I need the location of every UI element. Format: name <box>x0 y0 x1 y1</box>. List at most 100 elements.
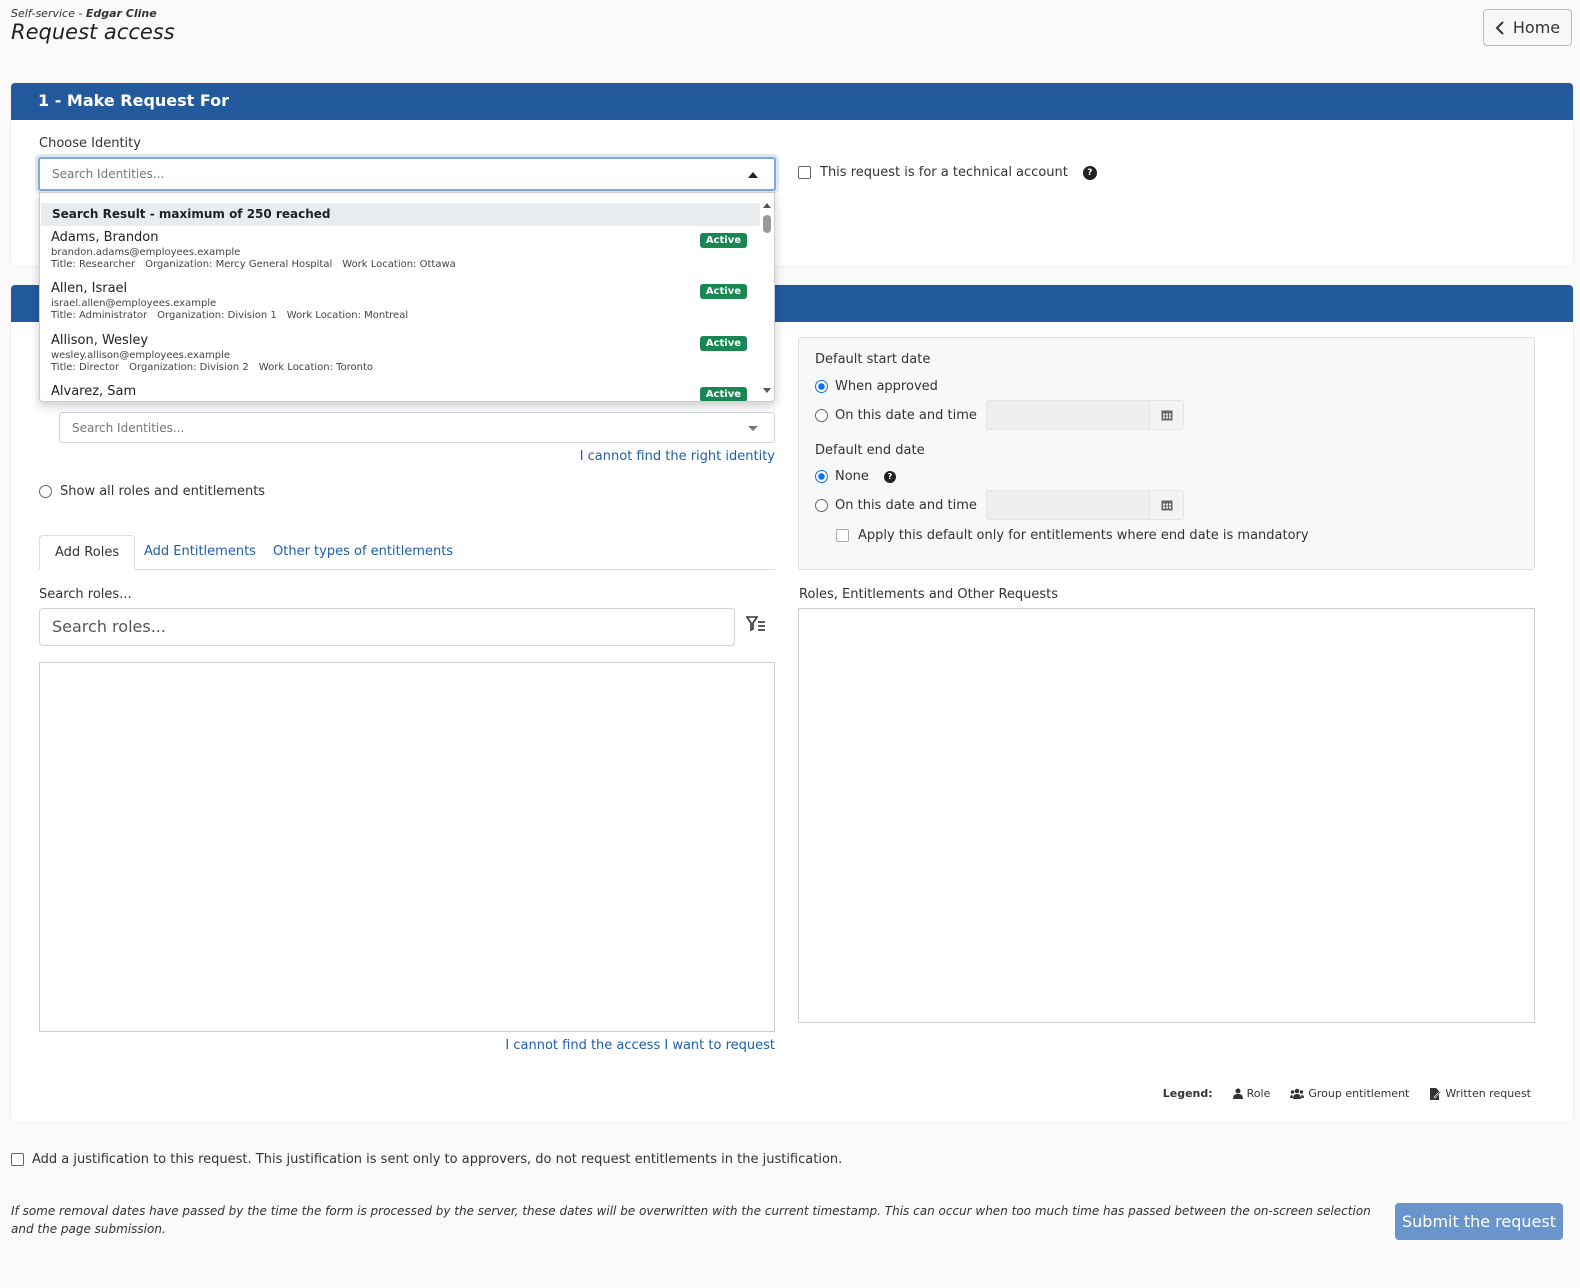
default-dates-panel: Default start date When approved On this… <box>798 337 1535 570</box>
submit-request-button[interactable]: Submit the request <box>1395 1203 1563 1240</box>
home-button-label: Home <box>1512 18 1561 37</box>
identity-email: brandon.adams@employees.example <box>51 247 241 258</box>
legend-group-label: Group entitlement <box>1308 1087 1410 1100</box>
legend-written-label: Written request <box>1445 1087 1531 1100</box>
chevron-left-icon <box>1495 20 1504 35</box>
identity-name: Allen, Israel <box>51 281 128 296</box>
section-1-title: 1 - Make Request For <box>11 83 1573 120</box>
identity-option[interactable]: Alvarez, Sam Active <box>51 384 747 401</box>
show-all-radio[interactable] <box>39 485 52 498</box>
identity-select-secondary[interactable]: Search Identities... <box>59 412 775 443</box>
status-badge: Active <box>699 387 747 401</box>
legend-group: Group entitlement <box>1290 1087 1409 1100</box>
requests-list <box>798 608 1535 1023</box>
end-none-label: None <box>835 469 869 484</box>
identity-name: Adams, Brandon <box>51 230 159 245</box>
filter-icon[interactable] <box>745 616 766 636</box>
user-icon <box>1232 1088 1243 1099</box>
dropdown-header: Search Result - maximum of 250 reached <box>41 203 760 226</box>
scroll-down-icon[interactable] <box>763 388 771 393</box>
identity-location: Work Location: Toronto <box>258 362 374 373</box>
show-all-label: Show all roles and entitlements <box>60 484 266 499</box>
help-icon[interactable]: ? <box>883 470 896 483</box>
justification-option: Add a justification to this request. Thi… <box>11 1152 842 1167</box>
legend: Legend: Role Group entitlement Written r… <box>1163 1087 1531 1100</box>
start-when-approved-option: When approved <box>815 379 938 394</box>
identity-title: Title: Director <box>51 362 120 373</box>
legend-role: Role <box>1232 1087 1271 1100</box>
scroll-up-icon[interactable] <box>763 203 771 208</box>
end-on-date-label: On this date and time <box>835 498 977 513</box>
legend-written: Written request <box>1429 1087 1531 1100</box>
home-button[interactable]: Home <box>1483 9 1572 46</box>
start-when-approved-radio[interactable] <box>815 380 828 393</box>
dropdown-scrollbar[interactable] <box>760 203 774 393</box>
tab-other-entitlements[interactable]: Other types of entitlements <box>258 535 468 570</box>
page-title: Request access <box>11 20 175 44</box>
apply-default-checkbox[interactable] <box>836 529 849 542</box>
file-signature-icon <box>1430 1087 1442 1100</box>
identity-location: Work Location: Montreal <box>286 310 409 321</box>
breadcrumb-user: Edgar Cline <box>85 7 157 20</box>
status-badge: Active <box>699 284 747 299</box>
tab-add-roles[interactable]: Add Roles <box>39 535 136 570</box>
identity-meta: Title: Director Organization: Division 2 W… <box>51 362 747 373</box>
requests-label: Roles, Entitlements and Other Requests <box>799 587 1059 602</box>
breadcrumb: Self-service - Edgar Cline <box>11 7 157 20</box>
calendar-icon[interactable] <box>1149 491 1183 519</box>
default-end-label: Default end date <box>815 443 925 458</box>
identity-email: israel.allen@employees.example <box>51 298 217 309</box>
identity-select[interactable]: Search Identities... <box>38 157 776 191</box>
apply-default-label: Apply this default only for entitlements… <box>858 528 1309 543</box>
end-none-option: None ? <box>815 469 896 484</box>
end-date-input[interactable] <box>986 490 1184 520</box>
cannot-find-identity-link[interactable]: I cannot find the right identity <box>580 449 775 464</box>
calendar-icon[interactable] <box>1149 401 1183 429</box>
start-on-date-radio[interactable] <box>815 409 828 422</box>
caret-up-icon <box>748 172 758 178</box>
identity-dropdown-list: Search Result - maximum of 250 reached A… <box>39 192 775 402</box>
identity-select-secondary-placeholder: Search Identities... <box>72 420 185 435</box>
identity-org: Organization: Mercy General Hospital <box>145 259 333 270</box>
search-roles-input[interactable]: Search roles... <box>39 608 735 646</box>
roles-tabs: Add Roles Add Entitlements Other types o… <box>39 535 775 570</box>
identity-select-placeholder: Search Identities... <box>52 167 165 181</box>
identity-option[interactable]: Adams, Brandon brandon.adams@employees.e… <box>51 230 747 270</box>
cannot-find-access-link[interactable]: I cannot find the access I want to reque… <box>505 1038 775 1053</box>
tab-add-entitlements[interactable]: Add Entitlements <box>129 535 271 570</box>
breadcrumb-prefix: Self-service - <box>11 7 86 20</box>
caret-down-icon <box>748 426 758 431</box>
end-none-radio[interactable] <box>815 470 828 483</box>
identity-name: Allison, Wesley <box>51 333 149 348</box>
start-when-approved-label: When approved <box>835 379 938 394</box>
identity-title: Title: Researcher <box>51 259 136 270</box>
technical-account-checkbox[interactable] <box>798 166 811 179</box>
identity-meta: Title: Researcher Organization: Mercy Gen… <box>51 259 747 270</box>
users-icon <box>1290 1088 1305 1099</box>
justification-label: Add a justification to this request. Thi… <box>32 1152 843 1167</box>
default-start-label: Default start date <box>815 352 931 367</box>
apply-default-option: Apply this default only for entitlements… <box>836 528 1309 543</box>
identity-option[interactable]: Allen, Israel israel.allen@employees.exa… <box>51 281 747 321</box>
end-on-date-radio[interactable] <box>815 499 828 512</box>
identity-meta: Title: Administrator Organization: Divisi… <box>51 310 747 321</box>
status-badge: Active <box>699 336 747 351</box>
help-icon[interactable]: ? <box>1082 165 1097 180</box>
identity-location: Work Location: Ottawa <box>342 259 456 270</box>
identity-name: Alvarez, Sam <box>51 384 137 399</box>
choose-identity-label: Choose Identity <box>39 136 141 151</box>
justification-checkbox[interactable] <box>11 1153 24 1166</box>
technical-account-label: This request is for a technical account <box>820 165 1068 180</box>
scroll-thumb[interactable] <box>763 215 771 233</box>
status-badge: Active <box>699 233 747 248</box>
show-all-option: Show all roles and entitlements <box>39 484 265 499</box>
identity-email: wesley.allison@employees.example <box>51 350 231 361</box>
end-on-date-option: On this date and time <box>815 498 977 513</box>
footnote: If some removal dates have passed by the… <box>11 1204 1371 1236</box>
technical-account-option: This request is for a technical account … <box>798 165 1097 180</box>
start-date-input[interactable] <box>986 400 1184 430</box>
legend-role-label: Role <box>1246 1087 1271 1100</box>
legend-title: Legend: <box>1162 1087 1213 1100</box>
identity-org: Organization: Division 2 <box>129 362 249 373</box>
identity-option[interactable]: Allison, Wesley wesley.allison@employees… <box>51 333 747 373</box>
